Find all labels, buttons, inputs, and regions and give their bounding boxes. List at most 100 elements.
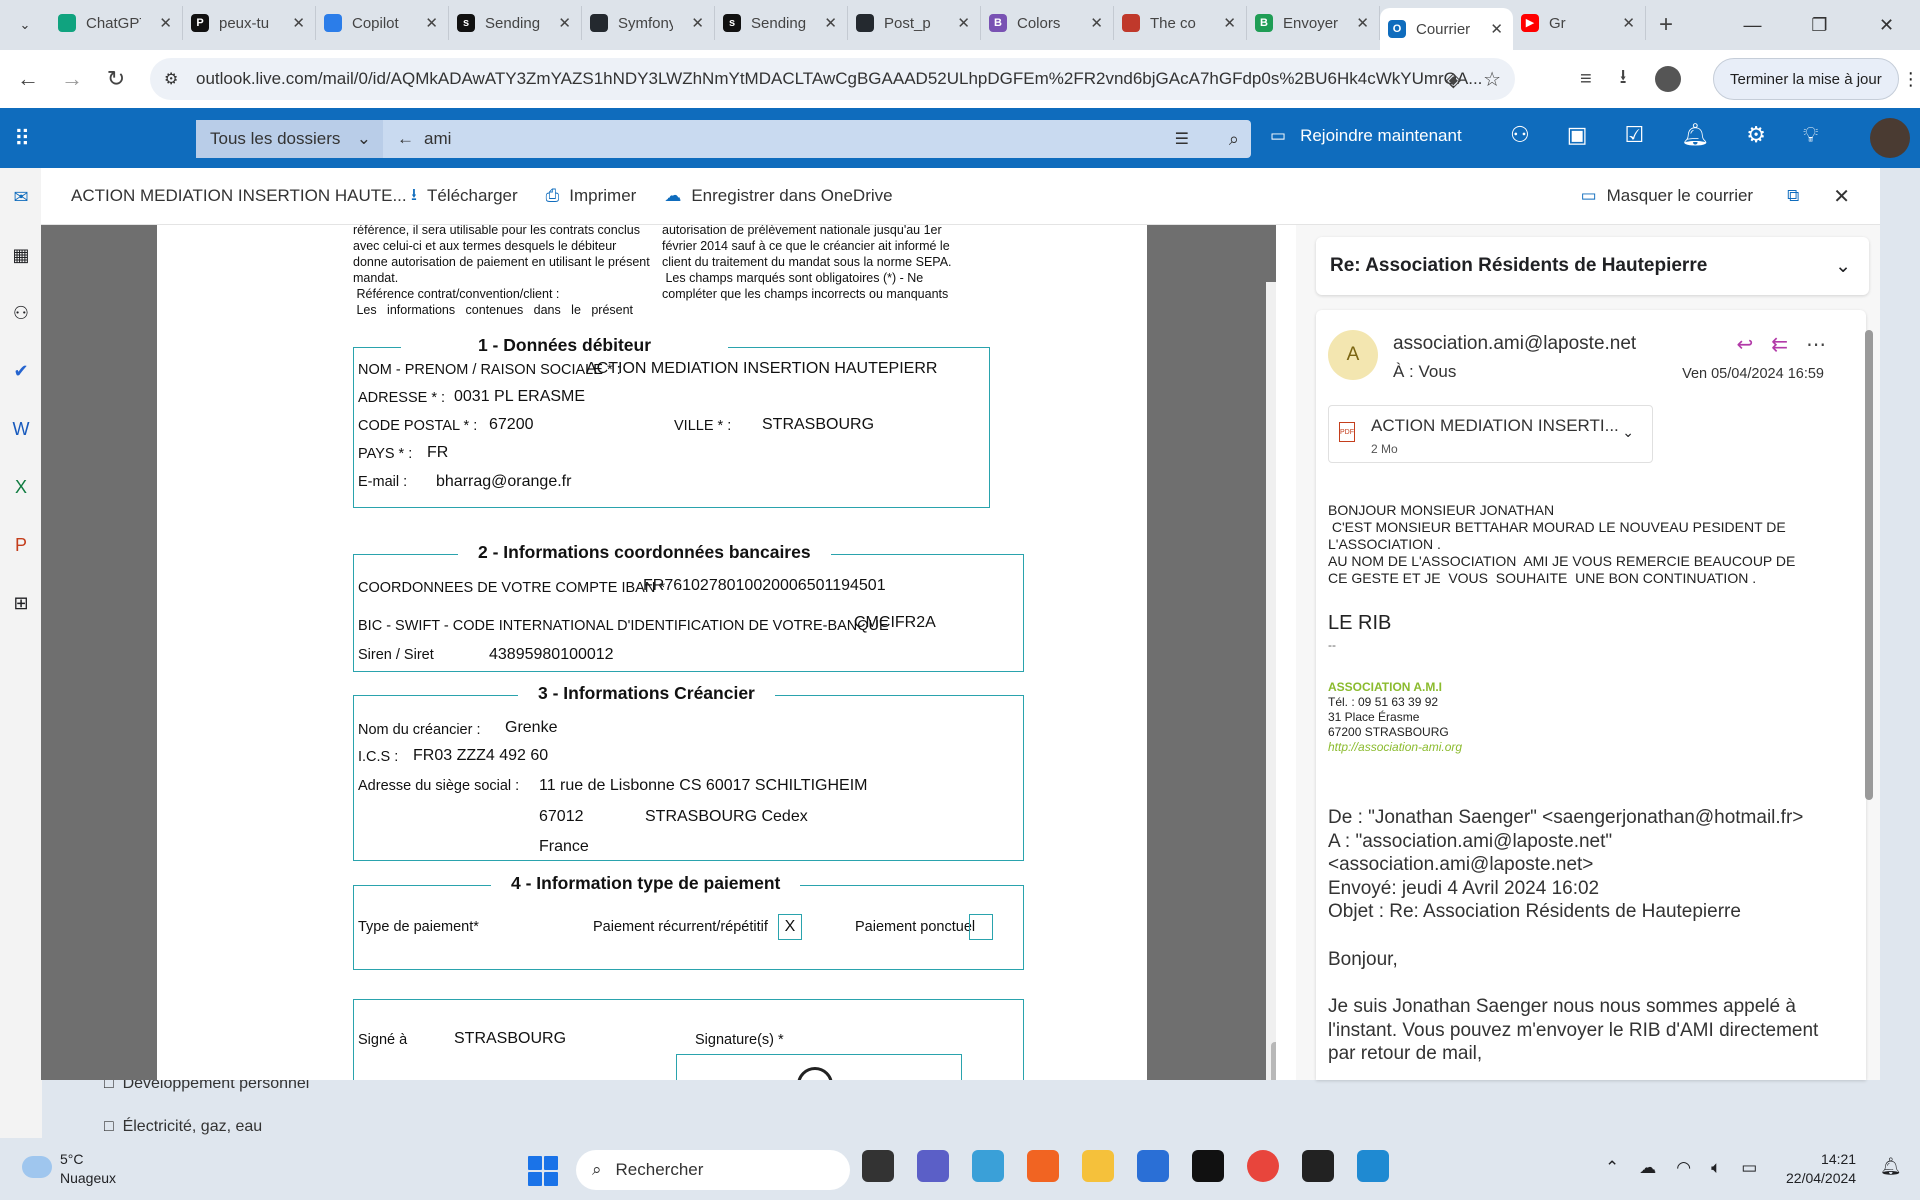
vscode-app-icon[interactable] xyxy=(1357,1150,1389,1182)
close-tab-icon[interactable]: ✕ xyxy=(1356,14,1369,32)
media-control-icon[interactable]: ≡ xyxy=(1580,68,1592,91)
update-button[interactable]: Terminer la mise à jour ⋮ xyxy=(1713,58,1920,100)
print-button[interactable]: ⎙ Imprimer xyxy=(546,186,637,206)
pdf-preview[interactable]: référence, il sera utilisable pour les c… xyxy=(41,225,1276,1080)
mail-icon[interactable]: ✉ xyxy=(0,168,42,226)
new-tab-button[interactable]: + xyxy=(1646,11,1686,39)
save-onedrive-button[interactable]: ☁ Enregistrer dans OneDrive xyxy=(664,186,892,206)
search-query[interactable]: ami xyxy=(424,129,451,148)
url-field[interactable]: ⚙ outlook.live.com/mail/0/id/AQMkADAwATY… xyxy=(150,58,1515,100)
browser-tab[interactable]: Copilot ✕ xyxy=(316,6,449,40)
word-icon[interactable]: W xyxy=(0,400,42,458)
reload-icon[interactable]: ↻ xyxy=(94,66,138,92)
hide-mail-button[interactable]: ▭ Masquer le courrier xyxy=(1581,186,1754,206)
close-tab-icon[interactable]: ✕ xyxy=(1090,14,1103,32)
taskbar-search[interactable]: ⌕ Rechercher xyxy=(576,1150,850,1190)
search-box[interactable]: Tous les dossiers ⌄ ← ami ☰ ⌕ xyxy=(196,120,1251,158)
back-arrow-icon[interactable]: ← xyxy=(397,129,414,148)
lens-icon[interactable]: ◈ xyxy=(1446,67,1461,92)
reply-all-icon[interactable]: ⇇ xyxy=(1771,332,1788,357)
downloads-icon[interactable]: ⭳ xyxy=(1620,62,1627,96)
sender-address[interactable]: association.ami@laposte.net xyxy=(1393,333,1636,355)
pdf-scroll-thumb[interactable] xyxy=(1271,1042,1276,1080)
mail-scroll-thumb[interactable] xyxy=(1865,330,1873,800)
browser-menu-icon[interactable]: ⋮ xyxy=(1902,69,1920,90)
app-launcher-icon[interactable]: ⠿ xyxy=(14,126,30,152)
forward-icon[interactable]: → xyxy=(50,66,94,92)
mail-scrollbar[interactable] xyxy=(1862,300,1876,1080)
bookmark-star-icon[interactable]: ☆ xyxy=(1483,67,1501,92)
close-tab-icon[interactable]: ✕ xyxy=(957,14,970,32)
browser-tab[interactable]: B Colors ✕ xyxy=(981,6,1114,40)
close-window-icon[interactable]: ✕ xyxy=(1853,0,1920,50)
excel-icon[interactable]: X xyxy=(0,458,42,516)
folder-scope-select[interactable]: Tous les dossiers ⌄ xyxy=(196,120,383,158)
tray-overflow-icon[interactable]: ⌃ xyxy=(1605,1158,1619,1178)
close-tab-icon[interactable]: ✕ xyxy=(159,14,172,32)
pdf-scrollbar[interactable] xyxy=(1266,282,1276,1080)
task-view-icon[interactable] xyxy=(862,1150,894,1182)
browser-tab[interactable]: The co ✕ xyxy=(1114,6,1247,40)
more-apps-icon[interactable]: ⊞ xyxy=(0,574,42,632)
download-button[interactable]: ⭳ Télécharger xyxy=(411,182,518,211)
store-app-icon[interactable] xyxy=(1137,1150,1169,1182)
browser-tab[interactable]: Ppeux-tu ✕ xyxy=(183,6,316,40)
close-tab-icon[interactable]: ✕ xyxy=(1622,14,1635,32)
conversation-header[interactable]: Re: Association Résidents de Hautepierre… xyxy=(1316,237,1869,295)
folder-item[interactable]: □ Électricité, gaz, eau xyxy=(104,1118,262,1136)
browser-tab[interactable]: s Sending ✕ xyxy=(449,6,582,40)
weather-widget[interactable]: 5°C Nuageux xyxy=(22,1150,116,1188)
teams-icon[interactable]: ⚇ xyxy=(1510,122,1530,148)
chevron-down-icon[interactable]: ⌄ xyxy=(1622,424,1634,441)
more-actions-icon[interactable]: ⋯ xyxy=(1806,332,1826,357)
onenote-icon[interactable]: ▣ xyxy=(1567,122,1588,148)
settings-icon[interactable]: ⚙ xyxy=(1746,122,1766,148)
join-now-button[interactable]: ▭ Rejoindre maintenant xyxy=(1270,126,1462,146)
close-viewer-icon[interactable]: ✕ xyxy=(1833,184,1850,209)
xampp-app-icon[interactable] xyxy=(1027,1150,1059,1182)
account-avatar[interactable] xyxy=(1870,118,1910,158)
close-tab-icon[interactable]: ✕ xyxy=(425,14,438,32)
close-tab-icon[interactable]: ✕ xyxy=(292,14,305,32)
reply-icon[interactable]: ↩ xyxy=(1736,332,1753,357)
minimize-icon[interactable]: — xyxy=(1719,0,1786,50)
todo-rail-icon[interactable]: ✔ xyxy=(0,342,42,400)
close-tab-icon[interactable]: ✕ xyxy=(558,14,571,32)
profile-avatar[interactable] xyxy=(1654,66,1681,92)
close-tab-icon[interactable]: ✕ xyxy=(691,14,704,32)
terminal-app-icon[interactable] xyxy=(1192,1150,1224,1182)
chevron-down-icon[interactable]: ⌄ xyxy=(1835,255,1851,278)
attachment-card[interactable]: PDF ACTION MEDIATION INSERTI... 2 Mo ⌄ xyxy=(1328,405,1653,463)
system-clock[interactable]: 14:21 22/04/2024 xyxy=(1786,1150,1856,1188)
close-tab-icon[interactable]: ✕ xyxy=(1490,20,1503,38)
open-external-icon[interactable]: ⧉ xyxy=(1787,186,1799,206)
close-tab-icon[interactable]: ✕ xyxy=(824,14,837,32)
todo-icon[interactable]: ☑ xyxy=(1625,122,1645,148)
browser-tab[interactable]: Symfony ✕ xyxy=(582,6,715,40)
tips-icon[interactable]: 💡︎ xyxy=(1803,122,1818,148)
chrome-app-icon[interactable] xyxy=(1247,1150,1279,1182)
paint-app-icon[interactable] xyxy=(972,1150,1004,1182)
signature-link[interactable]: http://association-ami.org xyxy=(1328,740,1462,755)
sync-off-icon[interactable]: ☁ xyxy=(1639,1158,1656,1178)
filter-icon[interactable]: ☰ xyxy=(1175,129,1189,149)
notification-bell-icon[interactable]: 🔔︎ xyxy=(1880,1157,1902,1177)
teams-app-icon[interactable] xyxy=(917,1150,949,1182)
site-info-icon[interactable]: ⚙ xyxy=(164,69,178,89)
powerpoint-icon[interactable]: P xyxy=(0,516,42,574)
notifications-icon[interactable]: 🔔︎ xyxy=(1681,122,1709,148)
people-icon[interactable]: ⚇ xyxy=(0,284,42,342)
browser-tab[interactable]: Post_p ✕ xyxy=(848,6,981,40)
back-icon[interactable]: ← xyxy=(6,66,50,92)
close-tab-icon[interactable]: ✕ xyxy=(1223,14,1236,32)
file-explorer-icon[interactable] xyxy=(1082,1150,1114,1182)
restore-icon[interactable]: ❐ xyxy=(1786,0,1853,50)
calendar-icon[interactable]: ▦ xyxy=(0,226,42,284)
browser-tab[interactable]: ▶ Gr ✕ xyxy=(1513,6,1646,40)
wifi-icon[interactable]: ◠ xyxy=(1676,1158,1691,1178)
battery-icon[interactable]: ▭ xyxy=(1741,1158,1757,1178)
volume-icon[interactable]: 🔈︎ xyxy=(1711,1158,1721,1178)
tab-search-button[interactable]: ⌄ xyxy=(0,0,50,50)
browser-tab[interactable]: s Sending ✕ xyxy=(715,6,848,40)
console-app-icon[interactable] xyxy=(1302,1150,1334,1182)
